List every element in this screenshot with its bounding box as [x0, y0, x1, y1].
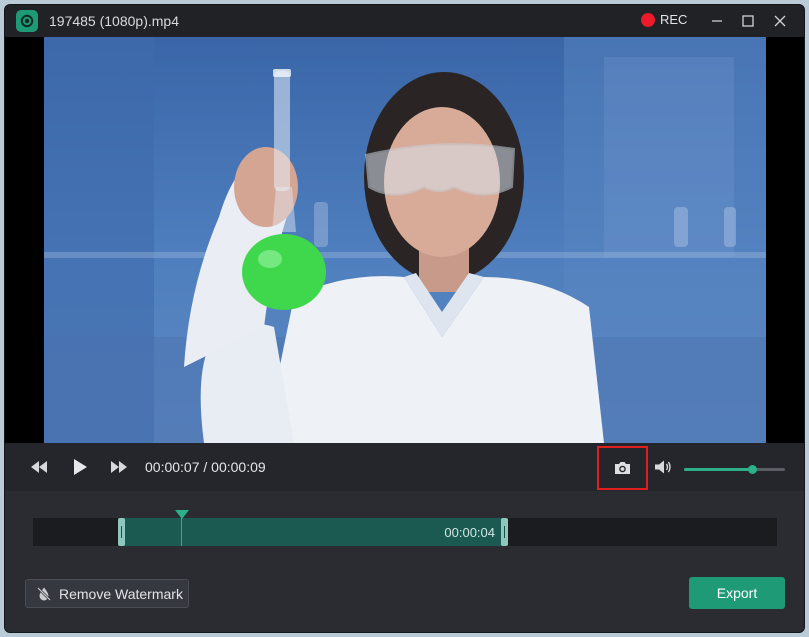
trim-start-handle[interactable]	[118, 518, 125, 546]
rec-button[interactable]: REC	[641, 12, 687, 27]
trim-end-handle[interactable]	[501, 518, 508, 546]
volume-slider[interactable]	[684, 465, 785, 474]
watermark-droplet-icon	[37, 586, 51, 601]
time-separator: /	[199, 459, 212, 475]
selection-duration: 00:00:04	[444, 525, 495, 540]
volume-icon	[655, 460, 671, 474]
fast-forward-icon	[111, 461, 127, 473]
fast-forward-button[interactable]	[107, 457, 131, 477]
title-bar: 197485 (1080p).mp4 REC	[5, 5, 804, 37]
volume-button[interactable]	[653, 458, 673, 476]
window-title: 197485 (1080p).mp4	[49, 13, 179, 29]
rewind-button[interactable]	[27, 457, 51, 477]
export-button[interactable]: Export	[689, 577, 785, 609]
current-time: 00:00:07	[145, 459, 200, 475]
remove-watermark-button[interactable]: Remove Watermark	[25, 579, 189, 608]
minimize-button[interactable]	[702, 5, 732, 37]
playback-controls: 00:00:07 / 00:00:09	[5, 443, 804, 491]
close-button[interactable]	[765, 5, 795, 37]
volume-slider-fill	[684, 468, 752, 471]
app-logo-icon	[16, 10, 38, 32]
snapshot-button[interactable]	[597, 446, 648, 490]
trim-panel: 00:00:04 Remove Watermark Export	[5, 491, 804, 632]
time-display: 00:00:07 / 00:00:09	[145, 459, 266, 475]
player-window: 197485 (1080p).mp4 REC 00:00:07 / 00:00:…	[4, 4, 805, 633]
volume-slider-knob[interactable]	[747, 465, 757, 474]
remove-watermark-label: Remove Watermark	[59, 585, 183, 602]
video-viewport[interactable]	[5, 37, 804, 443]
maximize-icon	[742, 15, 754, 27]
close-icon	[774, 15, 786, 27]
record-dot-icon	[641, 12, 655, 27]
video-frame	[44, 37, 766, 443]
video-scene-image	[44, 37, 766, 443]
total-time: 00:00:09	[211, 459, 266, 475]
minimize-icon	[712, 20, 722, 22]
timeline-track[interactable]: 00:00:04	[33, 518, 777, 546]
play-button[interactable]	[69, 455, 91, 479]
rec-label: REC	[660, 12, 688, 27]
play-icon	[74, 459, 87, 475]
playhead-marker-icon[interactable]	[175, 510, 189, 519]
maximize-button[interactable]	[733, 5, 763, 37]
camera-icon	[615, 462, 630, 474]
rewind-icon	[31, 461, 47, 473]
trim-selection[interactable]: 00:00:04	[118, 518, 508, 546]
